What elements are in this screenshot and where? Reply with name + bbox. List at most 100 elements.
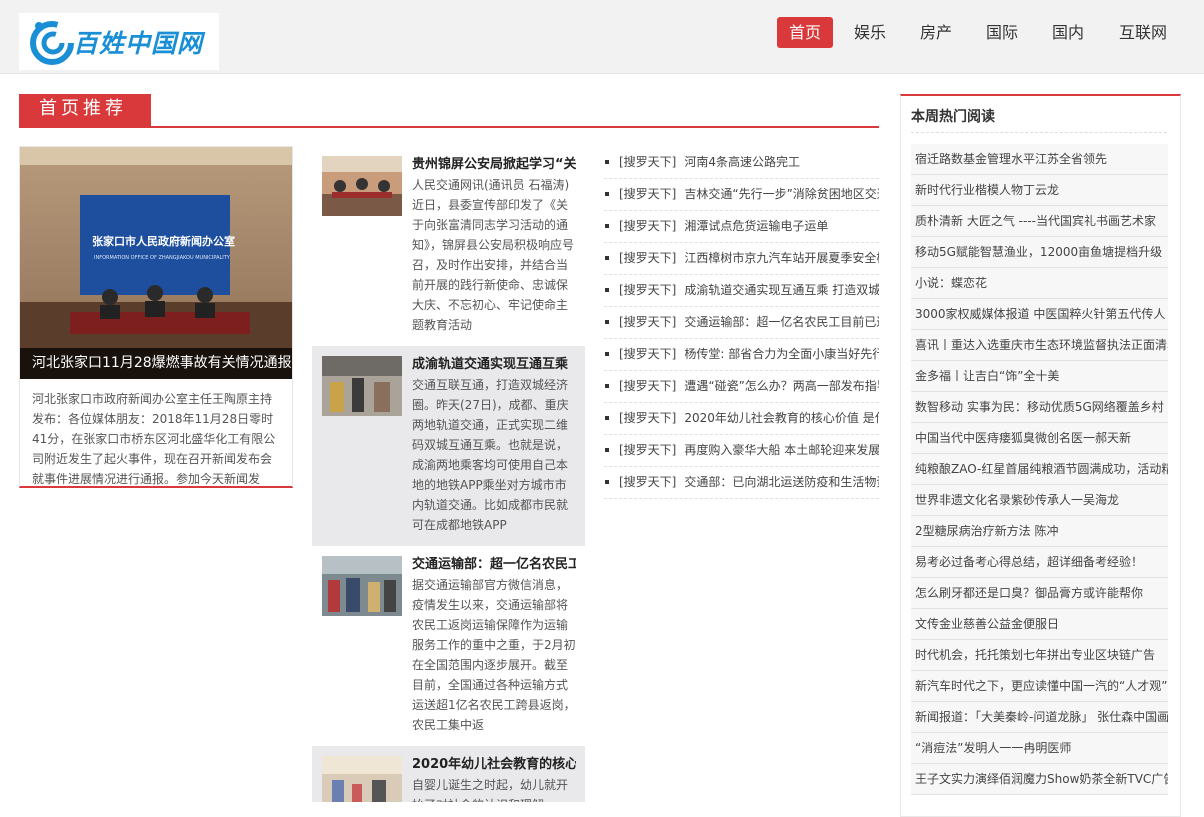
headline-title[interactable]: 2020年幼儿社会教育的核心价值 是什么 [684, 411, 879, 425]
sidebar-item[interactable]: 2型糖尿病治疗新方法 陈冲 [911, 516, 1168, 547]
sidebar-item[interactable]: 3000家权威媒体报道 中医国粹火针第五代传人 [911, 299, 1168, 330]
sidebar-item[interactable]: 新闻报道：「大美秦岭-问道龙脉」 张仕森中国画展 [911, 702, 1168, 733]
headline-source[interactable]: [搜罗天下] [619, 379, 676, 393]
article-title[interactable]: 贵州锦屏公安局掀起学习“关于向张富清同志学习”热潮 [412, 156, 576, 174]
sidebar-item[interactable]: 新汽车时代之下，更应读懂中国一汽的“人才观” [911, 671, 1168, 702]
headline-item[interactable]: [搜罗天下] 2020年幼儿社会教育的核心价值 是什么 [604, 402, 879, 435]
article-thumbnail[interactable] [322, 156, 402, 216]
sidebar-title: 本周热门阅读 [911, 109, 995, 125]
sidebar-item[interactable]: 易考必过备考心得总结，超详细备考经验！ [911, 547, 1168, 578]
headline-item[interactable]: [搜罗天下] 交通运输部：超一亿名农民工目前已返岗 [604, 306, 879, 339]
sidebar-divider [911, 132, 1167, 133]
headline-title[interactable]: 交通运输部：超一亿名农民工目前已返岗 [684, 315, 879, 329]
headline-item[interactable]: [搜罗天下] 杨传堂: 部省合力为全面小康当好先行 [604, 338, 879, 371]
nav-international[interactable]: 国际 [979, 17, 1025, 48]
headline-title[interactable]: 吉林交通“先行一步”消除贫困地区交通瓶颈 [684, 187, 879, 201]
headline-source[interactable]: [搜罗天下] [619, 411, 676, 425]
headline-title[interactable]: 再度购入豪华大船 本土邮轮迎来发展新机 [684, 443, 879, 457]
photo-sign-text: 张家口市人民政府新闻办公室 [92, 234, 235, 248]
headline-item[interactable]: [搜罗天下] 成渝轨道交通实现互通互乘 打造双城经济圈 [604, 274, 879, 307]
bullet-icon [605, 479, 609, 484]
headline-title[interactable]: 杨传堂: 部省合力为全面小康当好先行 [684, 347, 879, 361]
article-title[interactable]: 成渝轨道交通实现互通互乘 [412, 356, 576, 374]
bullet-icon [605, 223, 609, 228]
sidebar-item[interactable]: 喜讯丨重达入选重庆市生态环境监督执法正面清单 [911, 330, 1168, 361]
headline-source[interactable]: [搜罗天下] [619, 443, 676, 457]
headline-item[interactable]: [搜罗天下] 吉林交通“先行一步”消除贫困地区交通瓶颈 [604, 178, 879, 211]
headline-source[interactable]: [搜罗天下] [619, 315, 676, 329]
sidebar-item[interactable]: 新时代行业楷模人物丁云龙 [911, 175, 1168, 206]
sidebar-hot-reads: 本周热门阅读 宿迁路数基金管理水平江苏全省领先 新时代行业楷模人物丁云龙 质朴清… [900, 94, 1181, 817]
headline-source[interactable]: [搜罗天下] [619, 187, 676, 201]
nav-home[interactable]: 首页 [777, 17, 833, 48]
article-thumbnail[interactable] [322, 756, 402, 802]
sidebar-item[interactable]: 小说：蝶恋花 [911, 268, 1168, 299]
headline-source[interactable]: [搜罗天下] [619, 155, 676, 169]
sidebar-item[interactable]: 世界非遗文化名录紫砂传承人一吴海龙 [911, 485, 1168, 516]
section-title: 首页推荐 [39, 98, 127, 119]
headline-item[interactable]: [搜罗天下] 湘潭试点危货运输电子运单 [604, 210, 879, 243]
bullet-icon [605, 287, 609, 292]
headline-item[interactable]: [搜罗天下] 河南4条高速公路完工 [604, 146, 879, 179]
article-title[interactable]: 2020年幼儿社会教育的核心价值 [412, 756, 576, 774]
logo-icon [30, 21, 74, 65]
article-thumbnail[interactable] [322, 556, 402, 616]
sidebar-item[interactable]: 怎么刷牙都还是口臭？御品膏方或许能帮你 [911, 578, 1168, 609]
headline-title[interactable]: 成渝轨道交通实现互通互乘 打造双城经济圈 [684, 283, 879, 297]
bullet-icon [605, 255, 609, 260]
featured-article[interactable]: 张家口市人民政府新闻办公室 INFORMATION OFFICE OF ZHAN… [19, 146, 293, 488]
nav-entertainment[interactable]: 娱乐 [847, 17, 893, 48]
headline-item[interactable]: [搜罗天下] 交通部：已向湖北运送防疫和生活物资 [604, 466, 879, 499]
sidebar-item[interactable]: 中国当代中医痔瘘狐臭微创名医一郝天新 [911, 423, 1168, 454]
article-item[interactable]: 交通运输部：超一亿名农民工返岗 据交通运输部官方微信消息，疫情发生以来，交通运输… [312, 546, 585, 746]
headline-source[interactable]: [搜罗天下] [619, 251, 676, 265]
sidebar-item[interactable]: 数智移动 实事为民：移动优质5G网络覆盖乡村 [911, 392, 1168, 423]
section-header: 首页推荐 [19, 94, 879, 128]
headline-title[interactable]: 江西樟树市京九汽车站开展夏季安全检查 [684, 251, 879, 265]
headline-title[interactable]: 河南4条高速公路完工 [684, 155, 800, 169]
headline-source[interactable]: [搜罗天下] [619, 219, 676, 233]
article-excerpt: 自婴儿诞生之时起，幼儿就开始了对社会的认识和理解 [412, 778, 569, 802]
sidebar-item[interactable]: “消痘法”发明人一一冉明医师 [911, 733, 1168, 764]
sidebar-item[interactable]: 王子文实力演绎佰润魔力Show奶茶全新TVC广告 [911, 764, 1168, 795]
headline-title[interactable]: 遭遇“碰瓷”怎么办？两高一部发布指导意见 [684, 379, 879, 393]
headline-source[interactable]: [搜罗天下] [619, 347, 676, 361]
sidebar-item[interactable]: 宿迁路数基金管理水平江苏全省领先 [911, 144, 1168, 175]
nav-internet[interactable]: 互联网 [1113, 17, 1173, 48]
article-item[interactable]: 成渝轨道交通实现互通互乘 交通互联互通，打造双城经济圈。昨天(27日)，成都、重… [312, 346, 585, 546]
article-item[interactable]: 2020年幼儿社会教育的核心价值 自婴儿诞生之时起，幼儿就开始了对社会的认识和理… [312, 746, 585, 802]
sidebar-item[interactable]: 文传金业慈善公益金便服日 [911, 609, 1168, 640]
article-title[interactable]: 交通运输部：超一亿名农民工返岗 [412, 556, 576, 574]
featured-photo[interactable]: 张家口市人民政府新闻办公室 INFORMATION OFFICE OF ZHAN… [20, 147, 292, 379]
headline-item[interactable]: [搜罗天下] 再度购入豪华大船 本土邮轮迎来发展新机 [604, 434, 879, 467]
article-excerpt: 交通互联互通，打造双城经济圈。昨天(27日)，成都、重庆两地轨道交通，正式实现二… [412, 378, 569, 532]
bullet-icon [605, 191, 609, 196]
site-logo[interactable]: 百姓中国网 [19, 13, 219, 70]
sidebar-item[interactable]: 时代机会，托托策划七年拼出专业区块链广告 [911, 640, 1168, 671]
headline-source[interactable]: [搜罗天下] [619, 283, 676, 297]
sidebar-item[interactable]: 金多福丨让吉白“饰”全十美 [911, 361, 1168, 392]
headline-title[interactable]: 湘潭试点危货运输电子运单 [684, 219, 828, 233]
bullet-icon [605, 351, 609, 356]
sidebar-item[interactable]: 质朴清新 大匠之气 ----当代国宾礼书画艺术家 [911, 206, 1168, 237]
nav-real-estate[interactable]: 房产 [913, 17, 959, 48]
bullet-icon [605, 447, 609, 452]
sidebar-item[interactable]: 移动5G赋能智慧渔业，12000亩鱼塘提档升级 [911, 237, 1168, 268]
nav-domestic[interactable]: 国内 [1045, 17, 1091, 48]
featured-summary: 河北张家口市政府新闻办公室主任王陶原主持发布：各位媒体朋友：2018年11月28… [32, 392, 276, 486]
headline-source[interactable]: [搜罗天下] [619, 475, 676, 489]
sidebar-item[interactable]: 纯粮酿ZAO-红星首届纯粮酒节圆满成功，活动精彩 [911, 454, 1168, 485]
bullet-icon [605, 383, 609, 388]
headline-title[interactable]: 交通部：已向湖北运送防疫和生活物资 [684, 475, 879, 489]
article-excerpt: 人民交通网讯(通讯员 石福涛)近日，县委宣传部印发了《关于向张富清同志学习活动的… [412, 178, 575, 332]
photo-sign-subtext: INFORMATION OFFICE OF ZHANGJIAKOU MUNICI… [94, 255, 231, 261]
bullet-icon [605, 319, 609, 324]
bullet-icon [605, 415, 609, 420]
featured-caption[interactable]: 河北张家口11月28爆燃事故有关情况通报发布会 [20, 348, 292, 379]
article-thumbnail[interactable] [322, 356, 402, 416]
article-item[interactable]: 贵州锦屏公安局掀起学习“关于向张富清同志学习”热潮 人民交通网讯(通讯员 石福涛… [312, 146, 585, 346]
logo-text: 百姓中国网 [73, 29, 204, 58]
headline-item[interactable]: [搜罗天下] 遭遇“碰瓷”怎么办？两高一部发布指导意见 [604, 370, 879, 403]
bullet-icon [605, 159, 609, 164]
headline-item[interactable]: [搜罗天下] 江西樟树市京九汽车站开展夏季安全检查 [604, 242, 879, 275]
